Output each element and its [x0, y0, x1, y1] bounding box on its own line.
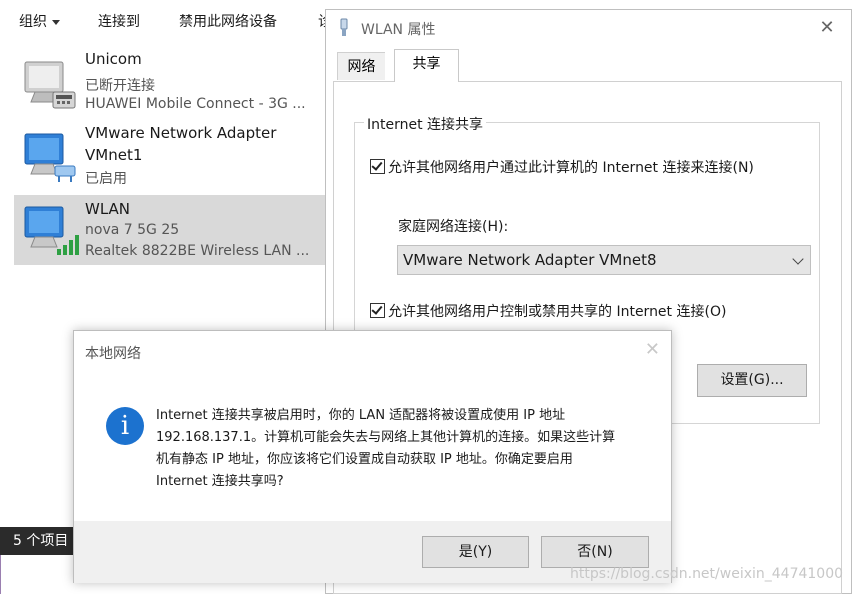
chevron-down-icon [792, 253, 804, 265]
dialog-message-line: 机有静态 IP 地址，你应该将它们设置成自动获取 IP 地址。你确定要启用 [156, 452, 573, 467]
allow-share-label: 允许其他网络用户通过此计算机的 Internet 连接来连接(N) [388, 160, 754, 176]
ics-group-title: Internet 连接共享 [364, 114, 487, 134]
local-network-dialog: 本地网络 ✕ i Internet 连接共享被启用时，你的 LAN 适配器将被设… [73, 330, 672, 583]
home-network-label: 家庭网络连接(H): [398, 219, 509, 235]
tab-sharing[interactable]: 共享 [394, 49, 459, 82]
home-network-value: VMware Network Adapter VMnet8 [403, 251, 657, 269]
connection-item-vmnet1[interactable]: VMware Network Adapter VMnet1 已启用 [14, 124, 325, 194]
yes-button[interactable]: 是(Y) [422, 536, 529, 568]
organize-label: 组织 [19, 14, 47, 30]
allow-control-label: 允许其他网络用户控制或禁用共享的 Internet 连接(O) [388, 304, 727, 320]
network-adapter-icon [340, 18, 348, 36]
connection-name-line2: VMnet1 [85, 146, 143, 164]
connection-status: 已启用 [85, 171, 127, 187]
connection-item-unicom[interactable]: Unicom 已断开连接 HUAWEI Mobile Connect - 3G … [14, 50, 325, 120]
connection-device: Realtek 8822BE Wireless LAN ... [85, 243, 310, 259]
watermark: https://blog.csdn.net/weixin_44741000 [570, 566, 844, 582]
allow-share-checkbox[interactable] [370, 159, 385, 174]
dialup-network-icon [24, 61, 76, 109]
dialog-message-line: Internet 连接共享吗? [156, 474, 284, 489]
disable-device-button[interactable]: 禁用此网络设备 [179, 11, 277, 31]
window-title: WLAN 属性 [361, 22, 436, 38]
connection-status: 已断开连接 [85, 78, 155, 94]
dialog-message-line: Internet 连接共享被启用时，你的 LAN 适配器将被设置成使用 IP 地… [156, 408, 566, 423]
chevron-down-icon [52, 19, 60, 25]
home-network-select[interactable]: VMware Network Adapter VMnet8 [397, 245, 811, 275]
dialog-message: Internet 连接共享被启用时，你的 LAN 适配器将被设置成使用 IP 地… [156, 405, 636, 493]
connection-item-wlan[interactable]: WLAN nova 7 5G 25 Realtek 8822BE Wireles… [14, 195, 325, 265]
connect-to-button[interactable]: 连接到 [98, 11, 140, 31]
allow-share-option[interactable]: 允许其他网络用户通过此计算机的 Internet 连接来连接(N) [370, 157, 754, 177]
connection-name: WLAN [85, 200, 131, 218]
connection-name: Unicom [85, 50, 142, 68]
close-icon[interactable]: ✕ [645, 339, 660, 360]
info-icon: i [106, 407, 144, 445]
connection-name: VMware Network Adapter [85, 124, 277, 142]
tab-network[interactable]: 网络 [337, 52, 385, 80]
dialog-message-line: 192.168.137.1。计算机可能会失去与网络上其他计算机的连接。如果这些计… [156, 430, 616, 445]
no-button[interactable]: 否(N) [541, 536, 649, 568]
connection-device: HUAWEI Mobile Connect - 3G ... [85, 96, 306, 112]
connection-status: nova 7 5G 25 [85, 222, 180, 238]
allow-control-checkbox[interactable] [370, 303, 385, 318]
item-count: 5 个项目 [0, 527, 80, 555]
window-titlebar[interactable]: WLAN 属性 ✕ [326, 10, 851, 46]
dialog-title: 本地网络 [85, 346, 141, 362]
organize-menu[interactable]: 组织 [19, 11, 60, 31]
wireless-network-icon [24, 206, 79, 255]
close-icon[interactable]: ✕ [817, 17, 837, 38]
settings-button[interactable]: 设置(G)... [697, 364, 807, 397]
status-strip [0, 555, 81, 594]
wired-network-icon [24, 133, 76, 182]
allow-control-option[interactable]: 允许其他网络用户控制或禁用共享的 Internet 连接(O) [370, 301, 726, 321]
